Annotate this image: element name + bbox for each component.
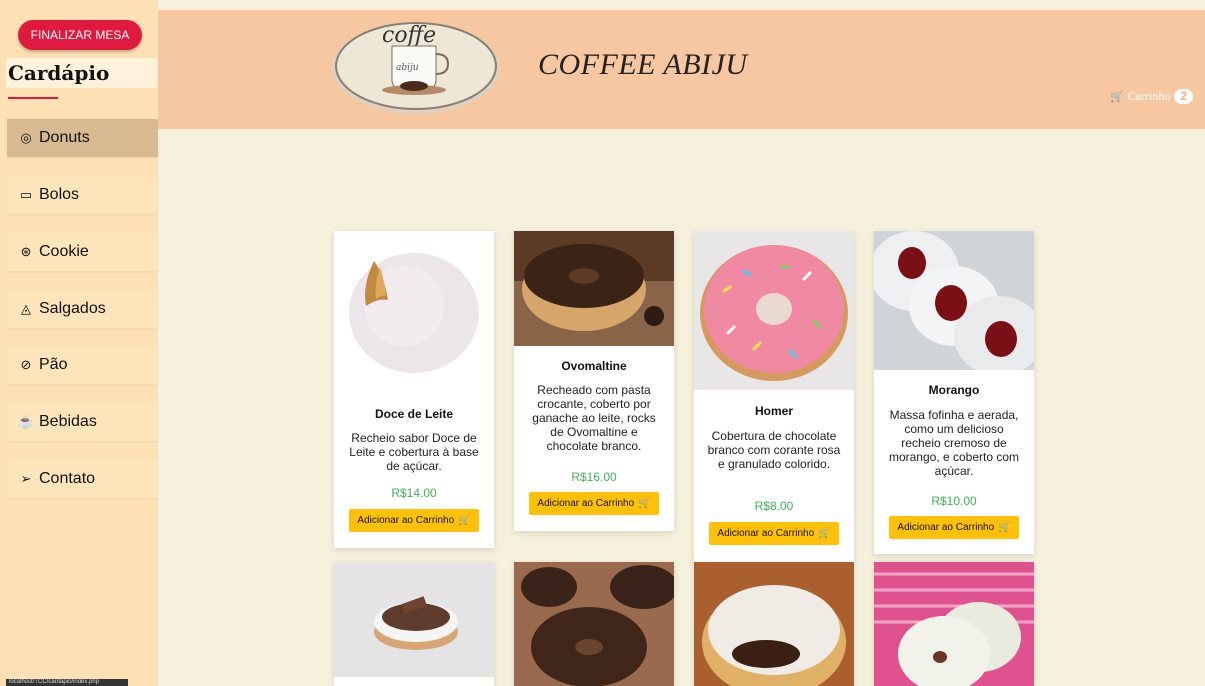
product-name: Doce de Leite <box>374 407 454 421</box>
product-price: R$8.00 <box>754 499 794 513</box>
product-name: Homer <box>754 404 793 418</box>
logo-text: coffe <box>382 23 436 48</box>
logo-mug-text: abiju <box>396 63 419 73</box>
product-price: R$10.00 <box>931 494 977 508</box>
product-description: Cobertura de chocolate branco com corant… <box>707 429 841 471</box>
product-image <box>514 562 674 686</box>
add-to-cart-button[interactable]: Adicionar ao Carrinho 🛒 <box>529 492 659 515</box>
donut-icon: ◎ <box>20 130 32 145</box>
sidebar-item-pao[interactable]: ⊘ Pão <box>7 346 158 384</box>
cart-icon: 🛒 <box>638 498 651 509</box>
cheese-icon: ◬ <box>21 301 31 316</box>
product-description: Recheio sabor Doce de Leite e cobertura … <box>349 431 479 473</box>
bread-icon: ⊘ <box>20 357 32 372</box>
sidebar-item-label: Salgados <box>39 300 106 317</box>
add-to-cart-label: Adicionar ao Carrinho <box>537 498 635 509</box>
product-card-morango: Morango Massa fofinha e aerada, como um … <box>874 231 1034 554</box>
product-image <box>694 562 854 686</box>
add-to-cart-button[interactable]: Adicionar ao Carrinho 🛒 <box>349 509 479 532</box>
product-card <box>514 562 674 686</box>
add-to-cart-label: Adicionar ao Carrinho <box>717 528 815 539</box>
product-card-ovomaltine: Ovomaltine Recheado com pasta crocante, … <box>514 231 674 531</box>
finalize-table-button[interactable]: FINALIZAR MESA <box>18 20 142 50</box>
product-card <box>874 562 1034 686</box>
sidebar-item-bebidas[interactable]: ☕ Bebidas <box>7 403 158 441</box>
product-image <box>874 231 1034 370</box>
cart-label: Carrinho <box>1127 89 1171 103</box>
product-image <box>334 562 494 677</box>
add-to-cart-button[interactable]: Adicionar ao Carrinho 🛒 <box>889 516 1019 539</box>
product-card <box>694 562 854 686</box>
product-image <box>874 562 1034 686</box>
sidebar: FINALIZAR MESA Cardápio ◎ Donuts ▭ Bolos… <box>0 0 158 686</box>
product-image <box>514 231 674 346</box>
product-card-homer: Homer Cobertura de chocolate branco com … <box>694 231 854 562</box>
header: coffe abiju COFFEE ABIJU 🛒 Carrinho 2 <box>158 10 1205 129</box>
product-image <box>334 231 494 393</box>
cake-icon: ▭ <box>19 187 33 202</box>
product-description: Massa fofinha e aerada, como um delicios… <box>888 408 1020 478</box>
sidebar-item-label: Donuts <box>39 129 90 146</box>
cart-icon: 🛒 <box>818 528 831 539</box>
cart-icon: 🛒 <box>1109 91 1124 103</box>
product-image <box>694 231 854 390</box>
sidebar-item-label: Bebidas <box>39 413 97 430</box>
sidebar-item-bolos[interactable]: ▭ Bolos <box>7 176 158 214</box>
product-price: R$14.00 <box>391 486 437 500</box>
add-to-cart-label: Adicionar ao Carrinho <box>897 522 995 533</box>
product-name: Ovomaltine <box>561 359 627 373</box>
send-icon: ➢ <box>20 471 32 486</box>
sidebar-item-contato[interactable]: ➢ Contato <box>7 460 158 498</box>
sidebar-item-cookie[interactable]: ⊛ Cookie <box>7 233 158 271</box>
add-to-cart-label: Adicionar ao Carrinho <box>357 515 455 526</box>
product-card-doce-de-leite: Doce de Leite Recheio sabor Doce de Leit… <box>334 231 494 548</box>
product-price: R$16.00 <box>571 470 617 484</box>
menu-title-underline <box>8 97 58 99</box>
cart-count-badge: 2 <box>1174 89 1193 104</box>
sidebar-item-label: Pão <box>39 356 68 373</box>
product-card <box>334 562 494 686</box>
product-description: Recheado com pasta crocante, coberto por… <box>532 383 656 453</box>
cookie-icon: ⊛ <box>20 244 32 259</box>
sidebar-item-label: Bolos <box>39 186 80 203</box>
status-bar-url: localhost/TCC/cardapio/index.php <box>6 679 128 686</box>
sidebar-item-donuts[interactable]: ◎ Donuts <box>7 119 158 157</box>
sidebar-item-label: Contato <box>39 470 96 487</box>
sidebar-item-label: Cookie <box>39 243 89 260</box>
add-to-cart-button[interactable]: Adicionar ao Carrinho 🛒 <box>709 522 839 545</box>
cup-icon: ☕ <box>17 414 35 429</box>
product-name: Morango <box>928 383 980 397</box>
brand-name: COFFEE ABIJU <box>538 48 748 81</box>
coffee-logo[interactable]: coffe abiju <box>330 12 502 116</box>
menu-title: Cardápio <box>8 61 110 85</box>
cart-link[interactable]: 🛒 Carrinho 2 <box>1110 89 1193 104</box>
cart-icon: 🛒 <box>458 515 471 526</box>
sidebar-item-salgados[interactable]: ◬ Salgados <box>7 290 158 328</box>
cart-icon: 🛒 <box>998 522 1011 533</box>
